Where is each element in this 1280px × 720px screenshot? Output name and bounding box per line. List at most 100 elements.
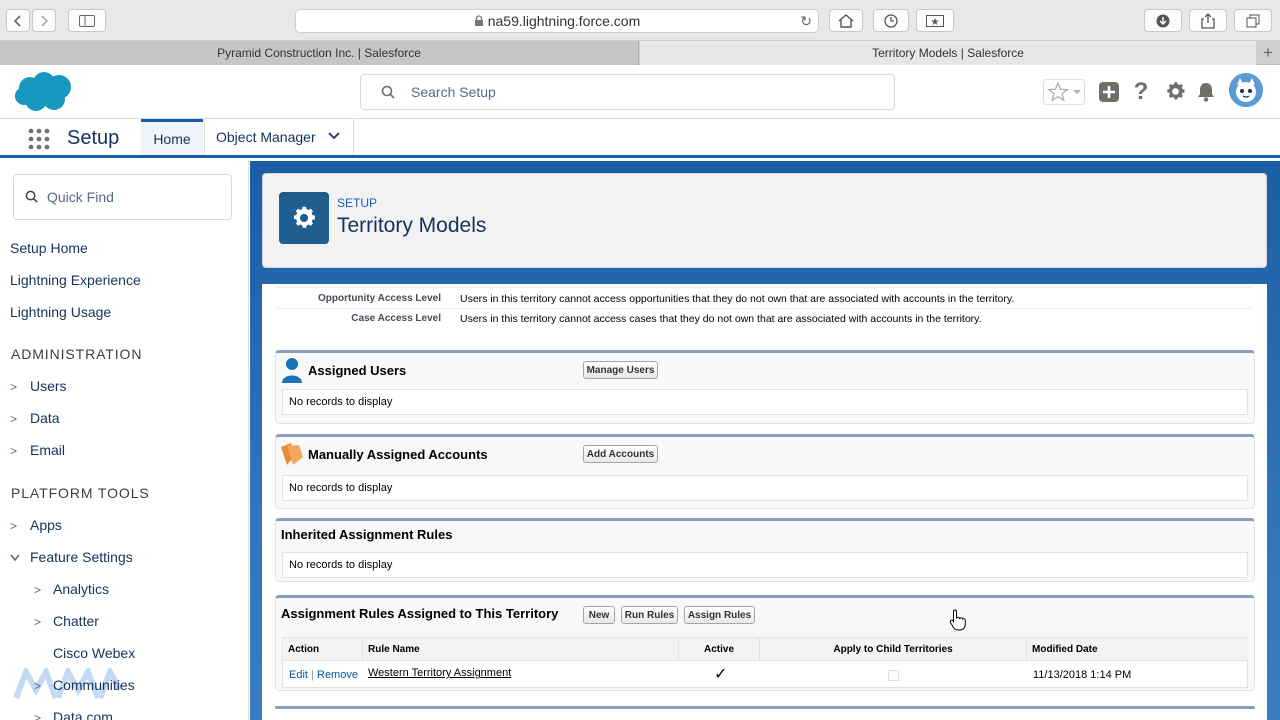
home-button[interactable] (829, 9, 863, 32)
back-button[interactable] (6, 9, 30, 32)
star-icon (1047, 81, 1069, 102)
browser-toolbar: na59.lightning.force.com ↻ ★ (0, 0, 1280, 41)
home-icon (838, 13, 854, 28)
sidebar-item-chatter[interactable]: Chatter (53, 613, 99, 629)
tab-object-manager[interactable]: Object Manager (204, 119, 354, 155)
browser-tab-active[interactable]: Territory Models | Salesforce (640, 41, 1256, 65)
folder-accounts-icon (281, 443, 303, 465)
app-name: Setup (67, 127, 120, 149)
sidebar-icon (79, 14, 95, 27)
new-tab-icon[interactable]: + (1256, 41, 1280, 65)
user-icon (282, 358, 302, 383)
downloads-button[interactable] (1144, 9, 1182, 32)
global-create-icon[interactable] (1098, 81, 1120, 103)
share-button[interactable] (1189, 9, 1227, 32)
help-icon[interactable]: ? (1130, 78, 1152, 106)
chevron-right-icon[interactable]: > (34, 615, 41, 629)
classic-content-frame: Opportunity Access Level Users in this t… (262, 284, 1267, 720)
search-icon (381, 85, 395, 99)
chevron-right-icon[interactable]: > (10, 519, 17, 533)
related-list-title: Manually Assigned Accounts (308, 447, 488, 462)
chevron-right-icon[interactable]: > (10, 444, 17, 458)
chevron-down-icon[interactable] (1071, 87, 1083, 97)
share-icon (1201, 12, 1215, 29)
rule-name-link[interactable]: Western Territory Assignment (368, 667, 511, 679)
sidebar-item-data-com[interactable]: Data.com (53, 709, 113, 720)
browser-tab-bar: Pyramid Construction Inc. | Salesforce T… (0, 41, 1280, 65)
column-header: Apply to Child Territories (760, 638, 1027, 661)
detail-label: Opportunity Access Level (318, 293, 441, 304)
sidebar-item-setup-home[interactable]: Setup Home (10, 240, 88, 256)
column-header: Active (679, 638, 760, 661)
related-list-assigned-rules: Assignment Rules Assigned to This Territ… (275, 595, 1255, 691)
sidebar-toggle-button[interactable] (68, 9, 106, 32)
gear-icon[interactable] (1164, 80, 1187, 103)
add-accounts-button[interactable]: Add Accounts (583, 445, 658, 463)
star-box-icon: ★ (926, 14, 944, 27)
sidebar-item-apps[interactable]: Apps (30, 517, 62, 533)
related-list-manual-accounts: Manually Assigned Accounts Add Accounts … (275, 434, 1255, 509)
search-input[interactable]: Search Setup (360, 74, 895, 110)
edit-link[interactable]: Edit (289, 669, 308, 681)
column-header: Action (283, 638, 363, 661)
sidebar-item-users[interactable]: Users (30, 378, 67, 394)
notifications-bell-icon[interactable] (1196, 81, 1216, 103)
astro-avatar-icon (1229, 73, 1263, 107)
history-button[interactable] (873, 9, 909, 32)
chevron-right-icon[interactable]: > (10, 412, 17, 426)
detail-value: Users in this territory cannot access op… (460, 293, 1015, 305)
chevron-right-icon[interactable]: > (34, 711, 41, 720)
run-rules-button[interactable]: Run Rules (621, 606, 678, 624)
salesforce-logo[interactable] (14, 70, 74, 114)
sidebar-item-analytics[interactable]: Analytics (53, 581, 109, 597)
download-icon (1156, 14, 1170, 27)
chevron-down-icon[interactable] (9, 553, 21, 563)
sidebar-item-communities[interactable]: Communities (53, 677, 135, 693)
assign-rules-button[interactable]: Assign Rules (684, 606, 755, 624)
tab-home[interactable]: Home (141, 119, 203, 155)
sidebar-item-data[interactable]: Data (30, 410, 60, 426)
related-list-border (275, 706, 1255, 709)
chevron-right-icon[interactable]: > (10, 380, 17, 394)
quick-find-placeholder: Quick Find (47, 189, 114, 205)
chevron-left-icon (13, 14, 21, 27)
gear-icon (293, 206, 315, 228)
search-icon (25, 190, 38, 203)
bookmark-button[interactable]: ★ (916, 9, 954, 32)
tab-object-manager-label: Object Manager (216, 129, 316, 145)
new-rule-button[interactable]: New (583, 606, 615, 624)
sidebar-item-lightning-experience[interactable]: Lightning Experience (10, 272, 141, 288)
quick-find-input[interactable]: Quick Find (13, 174, 232, 220)
chevron-right-icon (41, 14, 49, 27)
page-title: Territory Models (337, 214, 487, 237)
link-separator: | (311, 669, 314, 681)
app-navigation-bar: Setup Home Object Manager (0, 119, 1280, 158)
app-launcher-icon[interactable] (28, 128, 50, 150)
chevron-right-icon[interactable]: > (34, 583, 41, 597)
empty-message: No records to display (282, 389, 1248, 415)
column-header: Rule Name (363, 638, 679, 661)
page-header: SETUP Territory Models (262, 173, 1267, 268)
reload-icon[interactable]: ↻ (800, 13, 812, 30)
sidebar-item-feature-settings[interactable]: Feature Settings (30, 549, 133, 565)
tabs-overview-button[interactable] (1234, 9, 1272, 32)
manage-users-button[interactable]: Manage Users (583, 361, 658, 379)
sidebar-item-cisco-webex[interactable]: Cisco Webex (53, 645, 135, 661)
empty-message: No records to display (282, 475, 1248, 501)
forward-button[interactable] (32, 9, 56, 32)
browser-tab[interactable]: Pyramid Construction Inc. | Salesforce (0, 41, 639, 65)
sidebar-item-email[interactable]: Email (30, 442, 65, 458)
remove-link[interactable]: Remove (317, 669, 358, 681)
apply-child-checkbox (888, 670, 899, 681)
chevron-down-icon[interactable] (327, 129, 341, 143)
address-bar[interactable]: na59.lightning.force.com ↻ (295, 9, 819, 33)
chevron-right-icon[interactable]: > (34, 679, 41, 693)
page-eyebrow: SETUP (337, 196, 378, 210)
user-avatar[interactable] (1229, 73, 1263, 107)
setup-sidebar: Quick Find Setup Home Lightning Experien… (0, 161, 249, 720)
rules-table: Action Rule Name Active Apply to Child T… (282, 637, 1248, 688)
favorites-button[interactable] (1043, 79, 1085, 105)
empty-message: No records to display (282, 552, 1248, 578)
global-header: Search Setup ? (0, 65, 1280, 119)
sidebar-item-lightning-usage[interactable]: Lightning Usage (10, 304, 111, 320)
